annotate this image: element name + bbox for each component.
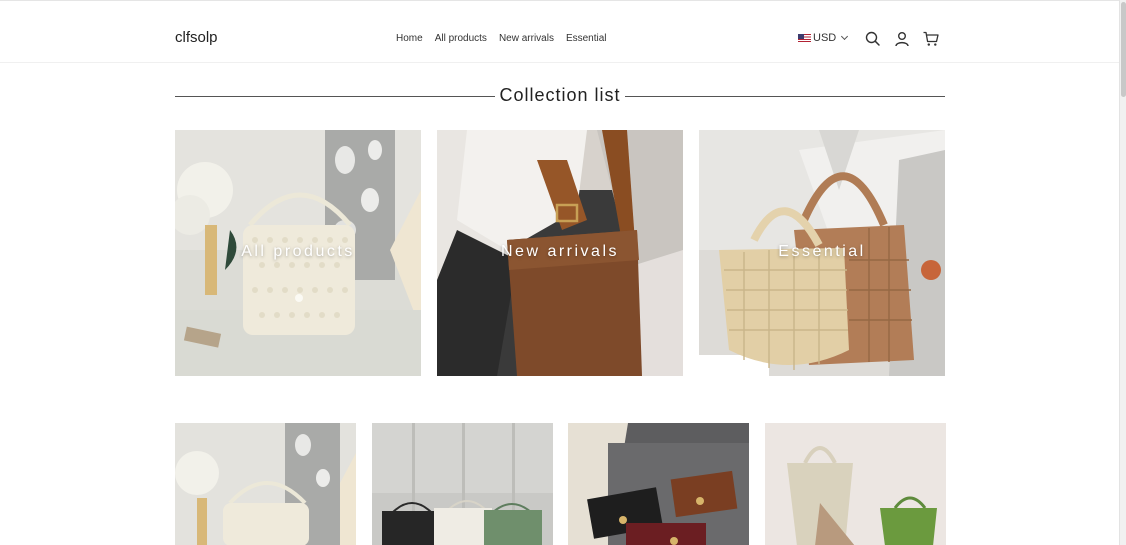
nav-essential[interactable]: Essential [566, 33, 607, 44]
currency-label: USD [813, 32, 837, 44]
cart-icon[interactable] [922, 30, 940, 48]
currency-selector[interactable]: USD [798, 32, 849, 44]
section-title: Collection list [499, 85, 621, 105]
main-nav: Home All products New arrivals Essential [396, 33, 607, 44]
scrollbar[interactable] [1119, 0, 1126, 545]
product-card-tote-bags[interactable] [372, 423, 553, 545]
chevron-down-icon [841, 32, 849, 41]
pearl-bag-thumbnail [175, 423, 356, 545]
store-logo[interactable]: clfsolp [175, 29, 218, 46]
account-icon[interactable] [893, 30, 911, 48]
search-icon[interactable] [864, 30, 882, 48]
wallets-thumbnail [568, 423, 749, 545]
divider-left [175, 96, 495, 97]
product-card-wallets[interactable] [568, 423, 749, 545]
us-flag-icon [798, 34, 811, 42]
page: clfsolp Home All products New arrivals E… [0, 0, 1119, 545]
collection-tile-new-arrivals[interactable]: New arrivals [437, 130, 683, 376]
handbags-thumbnail [765, 423, 946, 545]
divider-right [625, 96, 945, 97]
collection-label: All products [241, 243, 355, 260]
collection-tile-all-products[interactable]: All products [175, 130, 421, 376]
product-card-pearl-bag[interactable] [175, 423, 356, 545]
nav-all-products[interactable]: All products [435, 33, 487, 44]
collection-label: Essential [778, 243, 866, 260]
scrollbar-thumb[interactable] [1121, 2, 1126, 97]
collection-tile-essential[interactable]: Essential [699, 130, 945, 376]
collection-label: New arrivals [500, 243, 619, 260]
collection-list-heading: Collection list [175, 85, 945, 109]
tote-bags-thumbnail [372, 423, 553, 545]
site-header: clfsolp Home All products New arrivals E… [0, 1, 1119, 63]
nav-new-arrivals[interactable]: New arrivals [499, 33, 554, 44]
product-card-handbags[interactable] [765, 423, 946, 545]
nav-home[interactable]: Home [396, 33, 423, 44]
